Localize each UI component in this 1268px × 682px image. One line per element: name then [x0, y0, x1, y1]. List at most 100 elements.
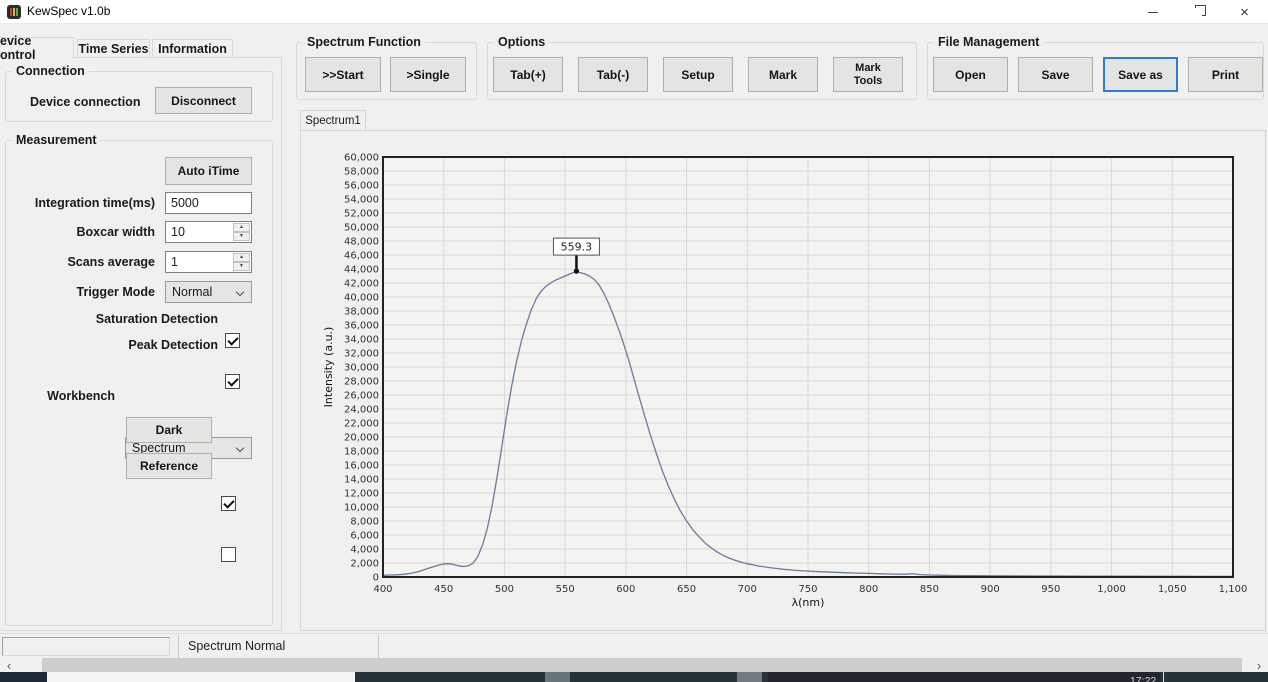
close-button[interactable]: × — [1222, 0, 1267, 24]
svg-text:12,000: 12,000 — [344, 489, 379, 500]
svg-text:700: 700 — [738, 584, 757, 595]
save-button[interactable]: Save — [1018, 57, 1093, 92]
svg-text:559.3: 559.3 — [561, 241, 593, 254]
taskbar[interactable]: 17:22 — [0, 672, 1268, 682]
boxcar-spin-up-icon[interactable]: ▲ — [233, 223, 250, 232]
svg-text:26,000: 26,000 — [344, 391, 379, 402]
svg-text:42,000: 42,000 — [344, 279, 379, 290]
boxcar-width-label: Boxcar width — [0, 225, 155, 239]
save-as-button[interactable]: Save as — [1103, 57, 1178, 92]
svg-text:36,000: 36,000 — [344, 321, 379, 332]
tab-minus-button[interactable]: Tab(-) — [578, 57, 648, 92]
svg-text:44,000: 44,000 — [344, 265, 379, 276]
tab-information[interactable]: Information — [152, 39, 233, 58]
tab-spectrum1[interactable]: Spectrum1 — [300, 110, 366, 131]
restore-button[interactable] — [1175, 0, 1220, 24]
start-button[interactable]: >>Start — [305, 57, 381, 92]
svg-text:14,000: 14,000 — [344, 475, 379, 486]
svg-text:4,000: 4,000 — [350, 545, 379, 556]
tab-plus-button[interactable]: Tab(+) — [493, 57, 563, 92]
scans-spin-down-icon[interactable]: ▼ — [233, 262, 250, 271]
svg-text:750: 750 — [798, 584, 817, 595]
taskbar-segment[interactable] — [545, 672, 570, 682]
scans-average-value: 1 — [171, 255, 178, 269]
disconnect-button[interactable]: Disconnect — [155, 87, 252, 114]
status-separator — [178, 635, 179, 658]
svg-text:1,000: 1,000 — [1097, 584, 1126, 595]
svg-text:2,000: 2,000 — [350, 559, 379, 570]
svg-text:850: 850 — [920, 584, 939, 595]
boxcar-width-value: 10 — [171, 225, 185, 239]
app-icon-stripe-green — [16, 8, 18, 16]
svg-text:50,000: 50,000 — [344, 223, 379, 234]
options-title: Options — [494, 35, 549, 49]
restore-icon — [1193, 8, 1202, 17]
setup-button[interactable]: Setup — [663, 57, 733, 92]
integration-time-input[interactable]: 5000 — [165, 192, 252, 214]
svg-text:32,000: 32,000 — [344, 349, 379, 360]
trigger-mode-select[interactable]: Normal — [165, 281, 252, 303]
svg-text:600: 600 — [616, 584, 635, 595]
svg-text:34,000: 34,000 — [344, 335, 379, 346]
horizontal-scrollbar[interactable]: ‹ › — [0, 658, 1268, 672]
spectrum-chart: 4004505005506006507007508008509009501,00… — [302, 132, 1254, 624]
measurement-group-title: Measurement — [12, 133, 101, 147]
taskbar-segment[interactable] — [737, 672, 762, 682]
taskbar-app-segment[interactable] — [47, 672, 355, 682]
taskbar-divider — [1163, 672, 1164, 682]
scroll-left-icon[interactable]: ‹ — [0, 658, 18, 672]
svg-text:900: 900 — [981, 584, 1000, 595]
mark-button[interactable]: Mark — [748, 57, 818, 92]
minimize-button[interactable] — [1130, 0, 1175, 24]
status-message: Spectrum Normal — [188, 639, 285, 653]
integration-time-label: Integration time(ms) — [0, 196, 155, 210]
svg-text:500: 500 — [495, 584, 514, 595]
dark-button[interactable]: Dark — [126, 417, 212, 443]
minimize-icon — [1148, 12, 1158, 13]
scroll-right-icon[interactable]: › — [1250, 658, 1268, 672]
workbench-label: Workbench — [0, 389, 115, 403]
svg-text:38,000: 38,000 — [344, 307, 379, 318]
window-title: KewSpec v1.0b — [27, 4, 110, 18]
boxcar-spin-down-icon[interactable]: ▼ — [233, 232, 250, 241]
app-icon-stripe-red — [10, 8, 12, 16]
title-bar: KewSpec v1.0b × — [0, 0, 1268, 24]
svg-text:40,000: 40,000 — [344, 293, 379, 304]
scans-average-label: Scans average — [0, 255, 155, 269]
svg-text:30,000: 30,000 — [344, 363, 379, 374]
svg-text:650: 650 — [677, 584, 696, 595]
taskbar-clock[interactable]: 17:22 — [1130, 675, 1156, 682]
print-button[interactable]: Print — [1188, 57, 1263, 92]
reference-button[interactable]: Reference — [126, 453, 212, 479]
svg-text:λ(nm): λ(nm) — [792, 596, 825, 609]
app-icon-stripe-yellow — [13, 8, 15, 16]
mark-tools-button[interactable]: Mark Tools — [833, 57, 903, 92]
auto-itime-button[interactable]: Auto iTime — [165, 157, 252, 185]
connection-group-title: Connection — [12, 64, 89, 78]
svg-text:18,000: 18,000 — [344, 447, 379, 458]
scans-average-input[interactable]: 1 ▲ ▼ — [165, 251, 252, 273]
svg-text:56,000: 56,000 — [344, 181, 379, 192]
svg-text:60,000: 60,000 — [344, 153, 379, 164]
tab-device-control[interactable]: Device Control — [0, 37, 74, 58]
svg-text:1,100: 1,100 — [1219, 584, 1248, 595]
open-button[interactable]: Open — [933, 57, 1008, 92]
scans-spin-up-icon[interactable]: ▲ — [233, 253, 250, 262]
taskbar-segment[interactable] — [0, 672, 47, 682]
peak-detection-checkbox[interactable] — [225, 374, 240, 389]
file-management-title: File Management — [934, 35, 1043, 49]
taskbar-segment[interactable] — [768, 672, 1160, 682]
saturation-detection-checkbox[interactable] — [225, 333, 240, 348]
status-bar: Spectrum Normal — [0, 633, 1268, 658]
scrollbar-thumb[interactable] — [42, 658, 1242, 672]
svg-text:800: 800 — [859, 584, 878, 595]
svg-text:24,000: 24,000 — [344, 405, 379, 416]
dark-checkbox[interactable] — [221, 496, 236, 511]
svg-text:28,000: 28,000 — [344, 377, 379, 388]
svg-text:8,000: 8,000 — [350, 517, 379, 528]
boxcar-width-input[interactable]: 10 ▲ ▼ — [165, 221, 252, 243]
svg-text:10,000: 10,000 — [344, 503, 379, 514]
reference-checkbox[interactable] — [221, 547, 236, 562]
tab-time-series[interactable]: Time Series — [77, 39, 150, 58]
single-button[interactable]: >Single — [390, 57, 466, 92]
